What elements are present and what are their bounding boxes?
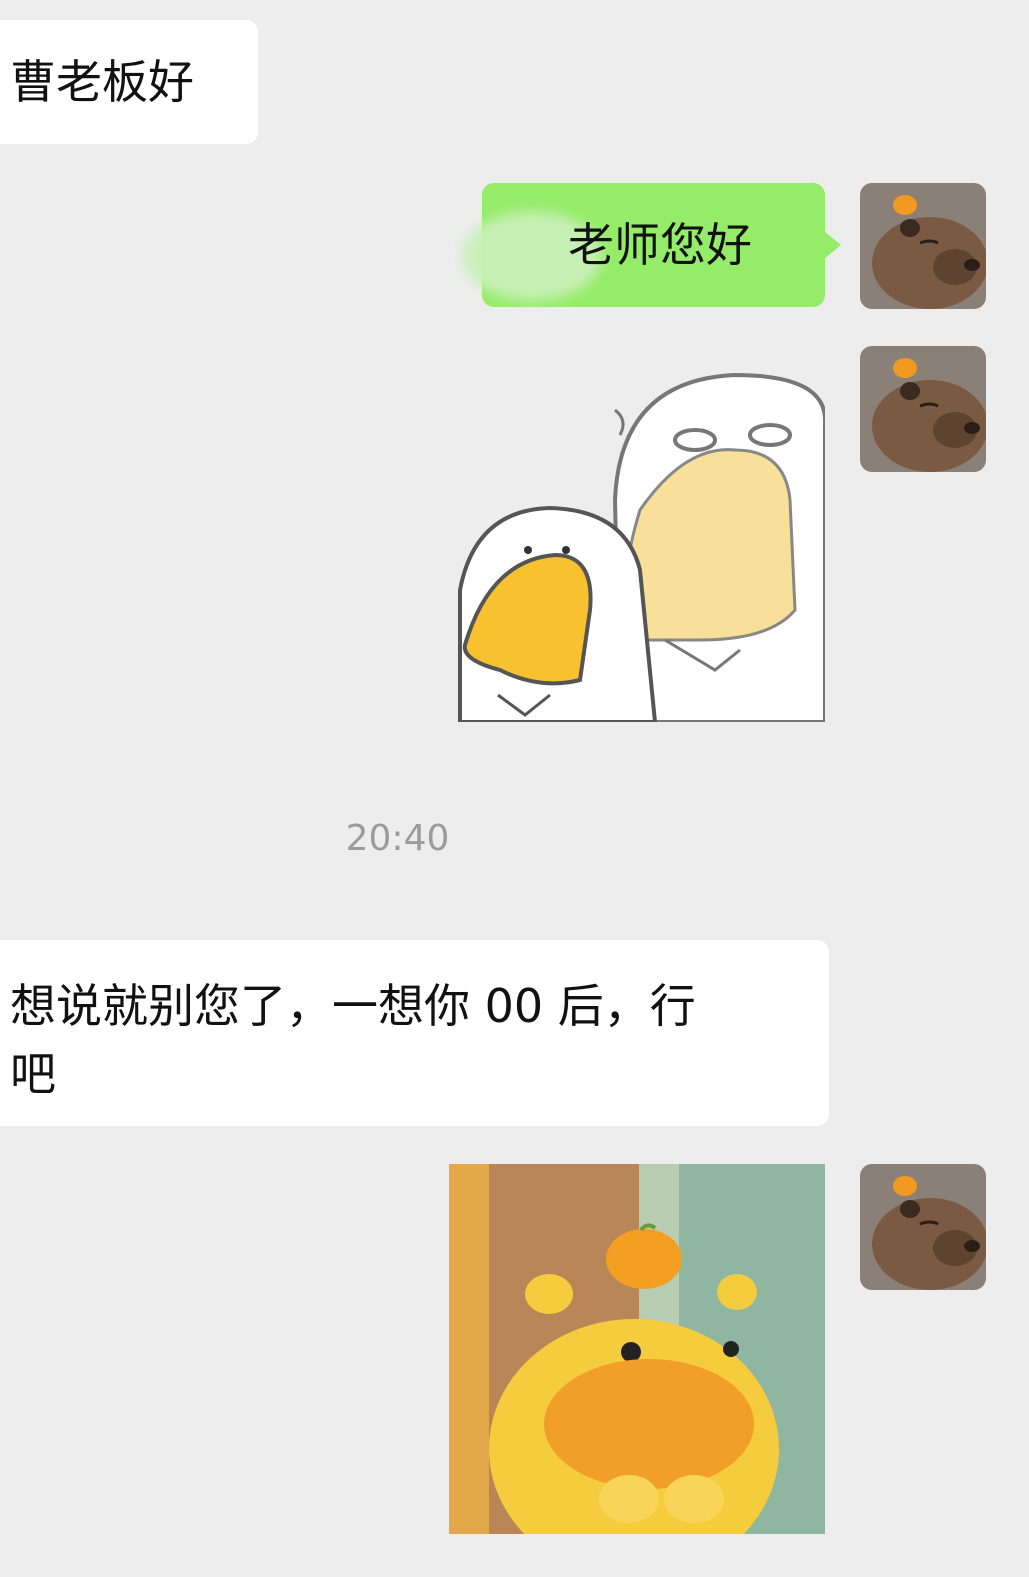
- message-text: 曹老板好: [10, 55, 194, 109]
- capybara-avatar-icon[interactable]: [860, 183, 986, 309]
- message-text: 老师您好: [568, 218, 752, 272]
- capybara-avatar-icon[interactable]: [860, 346, 986, 472]
- message-text: 想说就别您了，一想你 00 后，行: [10, 979, 696, 1033]
- white-duck-sticker[interactable]: [450, 360, 825, 722]
- incoming-message-bubble[interactable]: 想说就别您了，一想你 00 后，行 吧: [0, 940, 829, 1126]
- chat-timestamp: 20:40: [345, 818, 450, 859]
- message-text: 吧: [10, 1047, 56, 1101]
- outgoing-message-bubble[interactable]: 老师您好: [462, 183, 841, 307]
- capybara-avatar-icon[interactable]: [860, 1164, 986, 1290]
- incoming-message-bubble[interactable]: 曹老板好: [0, 20, 258, 144]
- yellow-capybara-sticker[interactable]: [449, 1164, 825, 1534]
